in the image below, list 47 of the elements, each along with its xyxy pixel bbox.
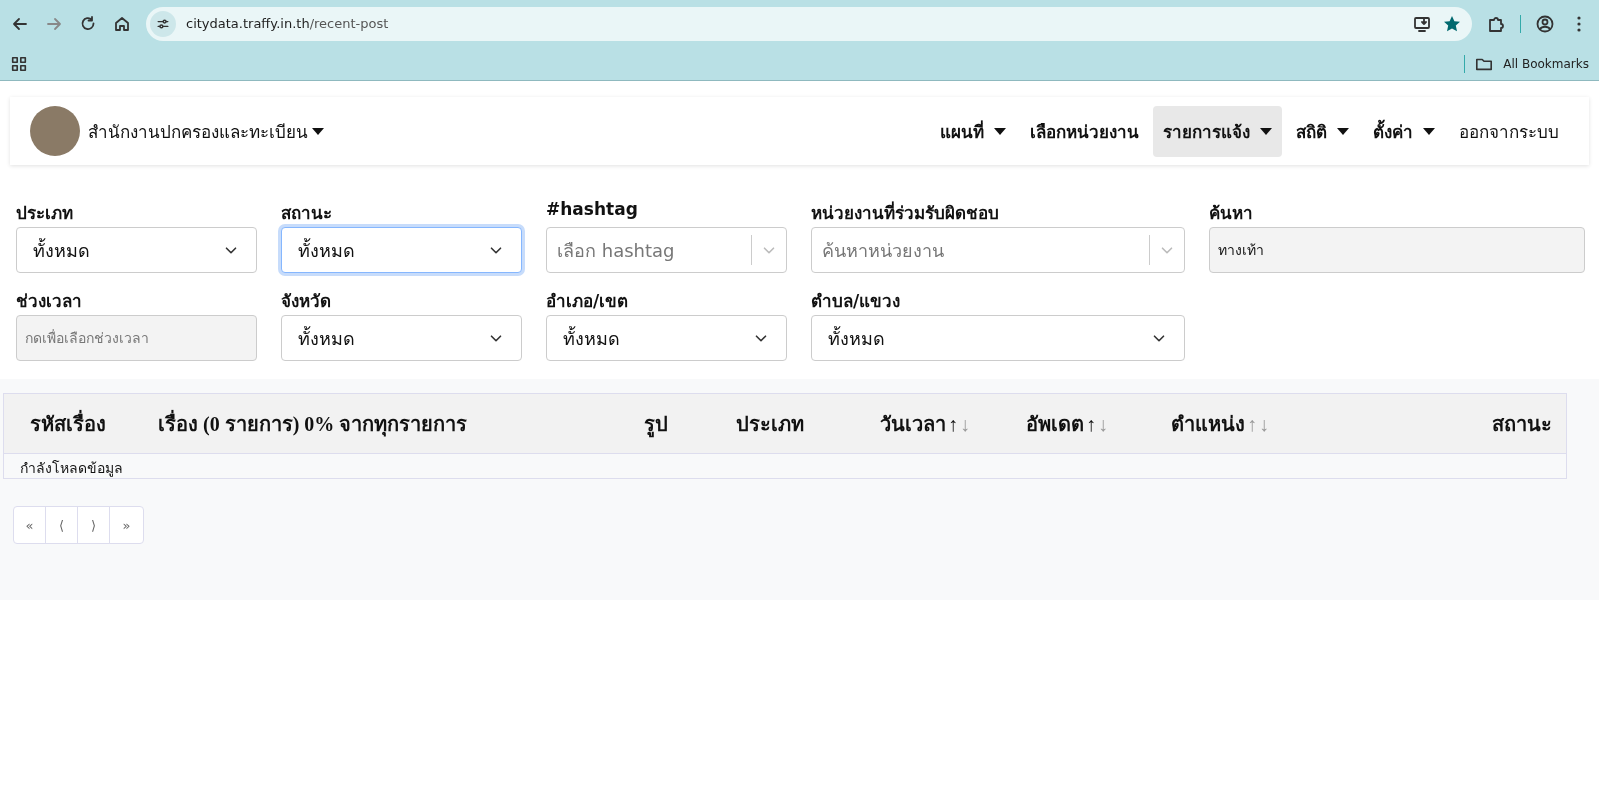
field-label: หน่วยงานที่ร่วมรับผิดชอบ xyxy=(811,200,1000,221)
nav-item[interactable]: ออกจากระบบ xyxy=(1449,105,1569,157)
sortable-column-header[interactable]: อัพเดต↑↓ xyxy=(1026,409,1108,438)
photo-placeholder xyxy=(30,106,80,156)
column-header: วันเวลา xyxy=(880,411,946,437)
column-header: ประเภท xyxy=(736,411,804,437)
combobox-field[interactable]: ค้นหาหน่วยงาน xyxy=(811,227,1185,273)
page-button[interactable]: » xyxy=(109,506,144,544)
field-label: ตำบล/แขวง xyxy=(811,290,902,309)
field-label: จังหวัด xyxy=(281,290,332,309)
field-label: ประเภท xyxy=(16,202,74,221)
combobox-field[interactable]: เลือก hashtag xyxy=(546,227,787,273)
field-label: อำเภอ/เขต xyxy=(546,290,630,309)
organization-dropdown[interactable]: สำนักงานปกครองและทะเบียน xyxy=(88,117,324,145)
field-label: ช่วงเวลา xyxy=(16,290,83,309)
dropdown-field[interactable]: ทั้งหมด xyxy=(281,227,522,273)
page-button[interactable]: ⟩ xyxy=(77,506,110,544)
apps-grid-icon[interactable] xyxy=(10,54,28,73)
column-header: รูป xyxy=(644,409,668,438)
sortable-column-header[interactable]: วันเวลา↑↓ xyxy=(880,409,970,438)
field-label: #hashtag xyxy=(546,199,639,221)
sort-up-arrow[interactable]: ↑ xyxy=(948,409,958,438)
nav-item[interactable]: ตั้งค่า xyxy=(1363,105,1445,157)
text-field[interactable]: ทางเท้า xyxy=(1209,227,1585,273)
field-label: สถานะ xyxy=(281,202,333,221)
dropdown-field[interactable]: ทั้งหมด xyxy=(811,315,1185,361)
column-header: เรื่อง (0 รายการ) 0% จากทุกรายการ xyxy=(158,409,468,438)
bookmarks-folder-link[interactable]: All Bookmarks xyxy=(1503,56,1589,71)
nav-item[interactable]: รายการแจ้ง xyxy=(1153,105,1282,157)
text-field[interactable]: กดเพื่อเลือกช่วงเวลา xyxy=(16,315,257,361)
column-header: อัพเดต xyxy=(1026,411,1084,437)
url-text[interactable]: citydata.traffy.in.th/recent-post xyxy=(186,16,389,31)
page-button[interactable]: « xyxy=(13,506,46,544)
column-header: ตำแหน่ง xyxy=(1171,411,1245,437)
nav-item[interactable]: แผนที่ xyxy=(930,105,1016,157)
dropdown-field[interactable]: ทั้งหมด xyxy=(281,315,522,361)
sort-up-arrow[interactable]: ↑ xyxy=(1086,409,1096,438)
nav-item[interactable]: เลือกหน่วยงาน xyxy=(1020,105,1149,157)
dropdown-field[interactable]: ทั้งหมด xyxy=(16,227,257,273)
field-label: ค้นหา xyxy=(1209,202,1254,221)
column-header: สถานะ xyxy=(1492,411,1552,437)
site-settings-icon[interactable] xyxy=(150,10,176,37)
dropdown-field[interactable]: ทั้งหมด xyxy=(546,315,787,361)
nav-item[interactable]: สถิติ xyxy=(1286,105,1359,157)
page-button[interactable]: ⟨ xyxy=(45,506,78,544)
profile-icon[interactable] xyxy=(1535,13,1555,34)
column-header: รหัสเรื่อง xyxy=(30,409,106,437)
